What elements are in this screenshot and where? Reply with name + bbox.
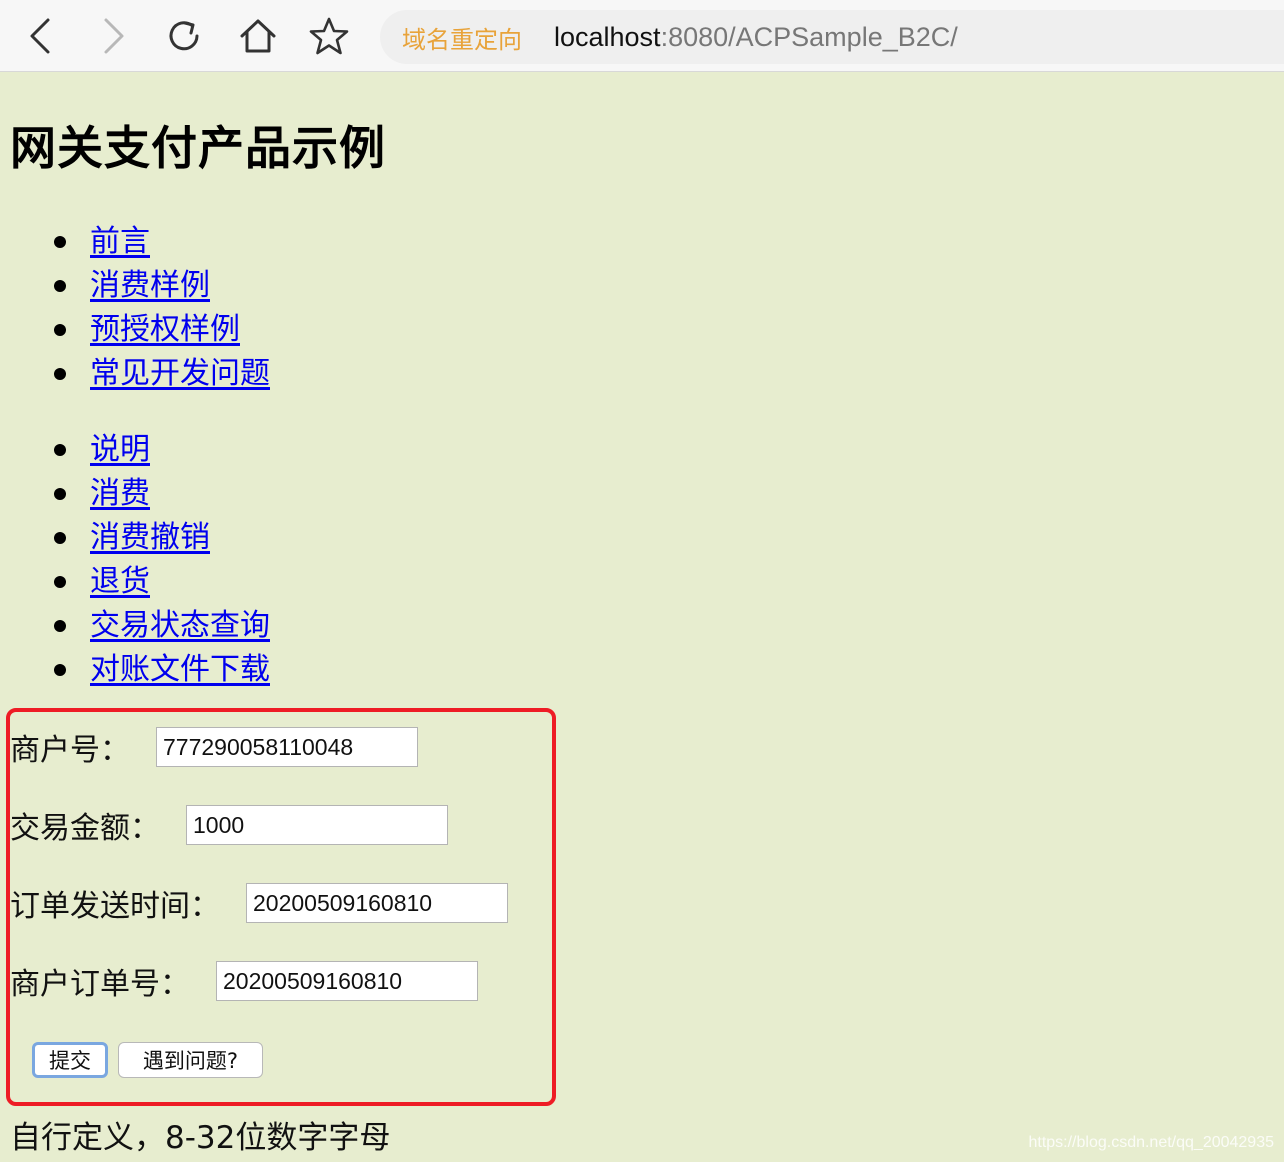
bullet-icon — [54, 620, 66, 632]
nav-link-instructions[interactable]: 说明 — [90, 432, 150, 467]
nav-link-query[interactable]: 交易状态查询 — [90, 608, 270, 643]
browser-toolbar: 域名重定向 localhost:8080/ACPSample_B2C/ — [0, 0, 1284, 72]
nav-link-consume[interactable]: 消费 — [90, 476, 150, 511]
star-icon — [309, 17, 349, 55]
merchant-id-input[interactable] — [156, 727, 418, 767]
url-path: :8080/ACPSample_B2C/ — [660, 21, 958, 52]
chevron-right-icon — [104, 18, 124, 54]
list-item: 前言 — [52, 220, 270, 264]
amount-input[interactable] — [186, 805, 448, 845]
bullet-icon — [54, 368, 66, 380]
primary-nav-list: 前言 消费样例 预授权样例 常见开发问题 — [52, 220, 270, 396]
bullet-icon — [54, 444, 66, 456]
address-bar[interactable]: 域名重定向 localhost:8080/ACPSample_B2C/ — [380, 10, 1284, 64]
list-item: 常见开发问题 — [52, 352, 270, 396]
amount-label: 交易金额： — [10, 811, 160, 846]
page-title: 网关支付产品示例 — [10, 121, 386, 175]
forward-button[interactable] — [92, 14, 136, 58]
nav-link-refund[interactable]: 退货 — [90, 564, 150, 599]
order-time-row: 订单发送时间： — [10, 883, 508, 924]
list-item: 退货 — [52, 560, 270, 604]
reload-button[interactable] — [162, 14, 206, 58]
list-item: 对账文件下载 — [52, 648, 270, 692]
bullet-icon — [54, 664, 66, 676]
list-item: 预授权样例 — [52, 308, 270, 352]
nav-link-consume-sample[interactable]: 消费样例 — [90, 268, 210, 303]
nav-link-consume-undo[interactable]: 消费撤销 — [90, 520, 210, 555]
nav-link-preauth-sample[interactable]: 预授权样例 — [90, 312, 240, 347]
secondary-nav-list: 说明 消费 消费撤销 退货 交易状态查询 对账文件下载 — [52, 428, 270, 692]
chevron-left-icon — [30, 18, 50, 54]
url-host: localhost — [554, 21, 661, 52]
order-id-row: 商户订单号： — [10, 961, 478, 1002]
list-item: 消费样例 — [52, 264, 270, 308]
bullet-icon — [54, 280, 66, 292]
order-time-input[interactable] — [246, 883, 508, 923]
bookmark-button[interactable] — [307, 14, 351, 58]
back-button[interactable] — [18, 14, 62, 58]
merchant-id-row: 商户号： — [10, 727, 418, 768]
redirect-label: 域名重定向 — [402, 25, 522, 54]
list-item: 消费撤销 — [52, 516, 270, 560]
home-icon — [240, 19, 276, 53]
list-item: 交易状态查询 — [52, 604, 270, 648]
watermark: https://blog.csdn.net/qq_20042935 — [1028, 1134, 1274, 1151]
bullet-icon — [54, 324, 66, 336]
submit-button[interactable]: 提交 — [32, 1042, 108, 1078]
order-id-label: 商户订单号： — [10, 967, 190, 1002]
order-time-label: 订单发送时间： — [10, 889, 220, 924]
list-item: 说明 — [52, 428, 270, 472]
url-text: localhost:8080/ACPSample_B2C/ — [554, 22, 958, 53]
bullet-icon — [54, 488, 66, 500]
bullet-icon — [54, 532, 66, 544]
home-button[interactable] — [236, 14, 280, 58]
merchant-id-label: 商户号： — [10, 733, 130, 768]
bullet-icon — [54, 236, 66, 248]
order-id-hint: 自行定义，8-32位数字字母 — [10, 1120, 391, 1156]
order-id-input[interactable] — [216, 961, 478, 1001]
reload-icon — [169, 21, 199, 51]
amount-row: 交易金额： — [10, 805, 448, 846]
nav-link-preface[interactable]: 前言 — [90, 224, 150, 259]
nav-link-file-download[interactable]: 对账文件下载 — [90, 652, 270, 687]
bullet-icon — [54, 576, 66, 588]
help-button[interactable]: 遇到问题? — [118, 1042, 263, 1078]
nav-link-faq[interactable]: 常见开发问题 — [90, 356, 270, 391]
list-item: 消费 — [52, 472, 270, 516]
